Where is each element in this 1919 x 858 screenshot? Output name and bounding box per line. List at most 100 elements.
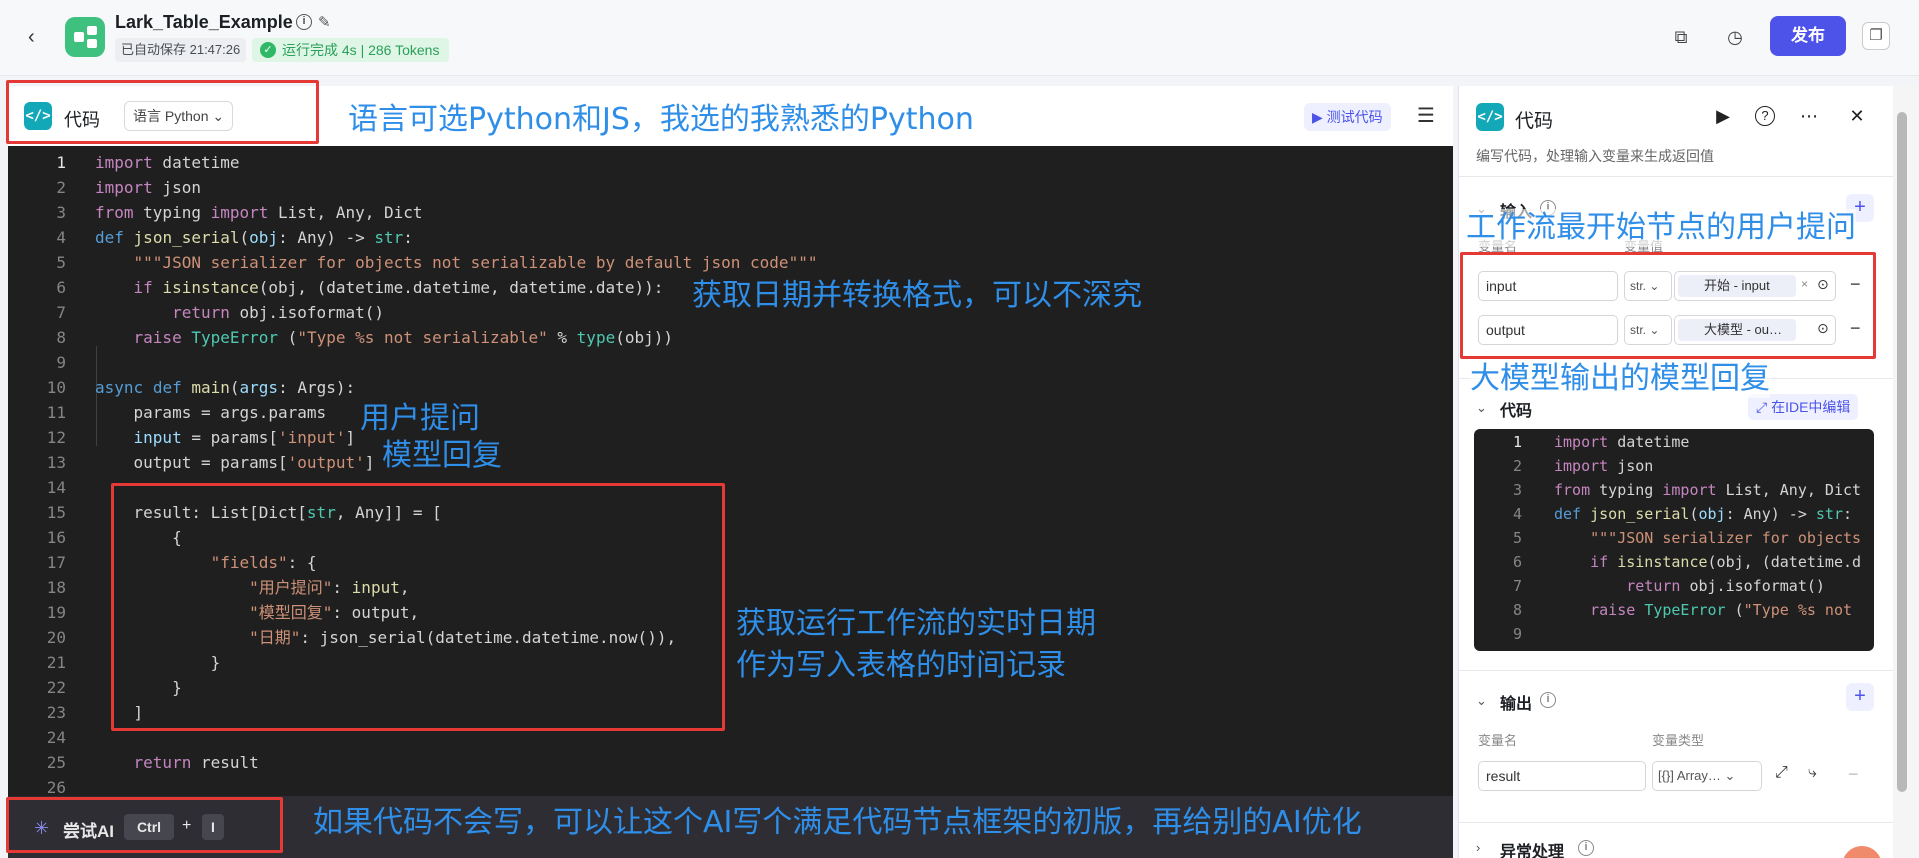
divider: [1458, 176, 1893, 177]
line-number: 23: [46, 703, 66, 722]
line-number: 20: [46, 628, 66, 647]
test-code-button[interactable]: ▶︎ 测试代码: [1304, 103, 1391, 131]
code-preview[interactable]: 1 import datetime 2 import json 3 from typing…: [1474, 429, 1874, 651]
edit-in-ide-label: 在IDE中编辑: [1771, 399, 1851, 415]
help-icon[interactable]: ?: [1755, 106, 1775, 126]
run-icon[interactable]: ▶: [1711, 104, 1735, 128]
code-text: async def main(args: Args):: [95, 378, 356, 397]
code-text: input = params['input']: [133, 428, 356, 447]
line-number: 3: [56, 203, 66, 222]
col-header-var-name: 变量名: [1478, 733, 1518, 748]
code-text: if isinstance(obj, (datetime.datetime, d…: [133, 278, 664, 297]
line-number: 5: [1512, 529, 1522, 547]
chevron-down-icon[interactable]: ⌄: [1476, 693, 1487, 709]
output-type-select[interactable]: [{}] Array… ⌄: [1652, 761, 1762, 791]
expand-icon[interactable]: ⤢: [1775, 764, 1788, 782]
code-text: def json_serial(obj: Any) -> str:: [1554, 505, 1853, 523]
code-text: import datetime: [95, 153, 240, 172]
annotation-model-reply: 模型回复: [382, 438, 502, 473]
code-line: 1 import datetime: [1474, 430, 1874, 454]
info-icon[interactable]: i: [1540, 692, 1556, 708]
line-number: 6: [56, 278, 66, 297]
output-name-field[interactable]: result: [1478, 761, 1646, 791]
line-number: 5: [56, 253, 66, 272]
code-line: 6 if isinstance(obj, (datetime.d: [1474, 550, 1874, 574]
code-line: 7 return obj.isoformat(): [1474, 574, 1874, 598]
line-number: 10: [46, 378, 66, 397]
run-status-badge[interactable]: ✓ 运行完成 4s | 286 Tokens: [252, 38, 450, 62]
info-icon[interactable]: i: [296, 14, 312, 30]
line-number: 14: [46, 478, 66, 497]
autosave-status: 已自动保存 21:47:26: [115, 38, 247, 62]
history-icon[interactable]: ◷: [1722, 24, 1748, 50]
line-number: 25: [46, 753, 66, 772]
line-number: 13: [46, 453, 66, 472]
code-line: 2 import json: [8, 175, 1453, 200]
close-icon[interactable]: ✕: [1845, 104, 1869, 128]
back-icon[interactable]: ‹: [28, 26, 50, 48]
chevron-right-icon[interactable]: ›: [1476, 840, 1480, 855]
line-number: 11: [46, 403, 66, 422]
code-text: params = args.params: [95, 403, 327, 422]
output-section-title: 输出: [1500, 696, 1533, 713]
code-line: 5 """JSON serializer for objects not ser…: [8, 250, 1453, 275]
annotation-box-language: [6, 80, 319, 144]
code-line: 13 output = params['output']: [8, 450, 1453, 475]
edit-icon[interactable]: ✎: [318, 13, 331, 31]
line-number: 24: [46, 728, 66, 747]
code-text: async def main(args: Args):: [1554, 646, 1798, 651]
play-circle-icon: ▶︎: [1312, 109, 1323, 125]
code-text: raise TypeError ("Type %s not: [1590, 601, 1853, 619]
annotation-box-result: [111, 483, 725, 731]
line-number: 19: [46, 603, 66, 622]
code-text: return obj.isoformat(): [1626, 577, 1825, 595]
line-number: 17: [46, 553, 66, 572]
line-number: 10: [1474, 646, 1522, 651]
annotation-user-question: 用户提问: [360, 401, 480, 436]
line-number: 9: [1512, 625, 1522, 643]
code-text: return result: [133, 753, 259, 772]
collapse-panel-icon[interactable]: ☰: [1417, 103, 1435, 128]
publish-button[interactable]: 发布: [1770, 16, 1846, 56]
line-number: 9: [56, 353, 66, 372]
annotation-box-ai: [6, 797, 283, 853]
line-number: 21: [46, 653, 66, 672]
duplicate-icon[interactable]: ⧉: [1668, 24, 1694, 50]
line-number: 2: [1512, 457, 1522, 475]
line-number: 2: [56, 178, 66, 197]
divider: [1458, 822, 1893, 823]
code-line: 9: [8, 350, 1453, 375]
chevron-down-icon[interactable]: ⌄: [1476, 400, 1487, 416]
app-logo: [65, 17, 105, 57]
line-number: 15: [46, 503, 66, 522]
expand-icon: ⤢: [1756, 399, 1768, 415]
code-line: 11 params = args.params: [8, 400, 1453, 425]
more-icon[interactable]: ⋯: [1797, 104, 1821, 128]
line-number: 8: [56, 328, 66, 347]
divider: [1458, 670, 1893, 671]
copy-icon[interactable]: ❐: [1862, 22, 1890, 50]
line-number: 7: [1512, 577, 1522, 595]
code-line: 5 """JSON serializer for objects: [1474, 526, 1874, 550]
code-line: 8 raise TypeError ("Type %s not serializ…: [8, 325, 1453, 350]
edit-in-ide-button[interactable]: ⤢ 在IDE中编辑: [1748, 394, 1859, 420]
code-line: 8 raise TypeError ("Type %s not: [1474, 598, 1874, 622]
code-text: from typing import List, Any, Dict: [1554, 481, 1862, 499]
line-number: 6: [1512, 553, 1522, 571]
add-output-button[interactable]: +: [1846, 683, 1874, 711]
code-line: 1 import datetime: [8, 150, 1453, 175]
line-number: 8: [1512, 601, 1522, 619]
code-text: return obj.isoformat(): [172, 303, 384, 322]
code-text: def json_serial(obj: Any) -> str:: [95, 228, 413, 247]
line-number: 1: [1512, 433, 1522, 451]
remove-output-icon[interactable]: −: [1848, 764, 1859, 785]
exception-section-title: 异常处理: [1500, 844, 1565, 858]
code-line: 12 input = params['input']: [8, 425, 1453, 450]
panel-scrollbar-thumb[interactable]: [1897, 112, 1907, 792]
add-child-icon[interactable]: ⤷: [1808, 764, 1817, 782]
annotation-llm-output: 大模型输出的模型回复: [1470, 360, 1770, 398]
info-icon[interactable]: i: [1578, 840, 1594, 856]
code-line: 10 async def main(args: Args):: [8, 375, 1453, 400]
code-line: 26: [8, 775, 1453, 796]
col-header-var-type: 变量类型: [1652, 733, 1705, 748]
